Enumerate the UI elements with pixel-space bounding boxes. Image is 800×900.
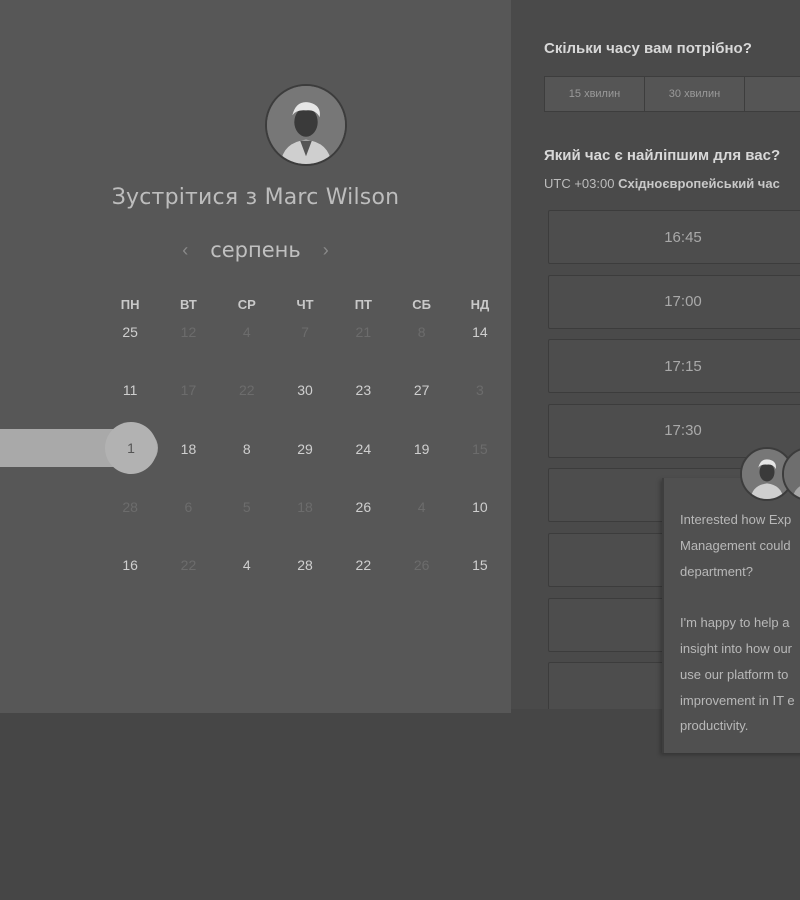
calendar-day: 6 <box>184 498 193 515</box>
calendar-day[interactable]: 19 <box>392 438 450 496</box>
calendar-grid: ПН ВТ СР ЧТ ПТ СБ НД 25 12 4 7 21 8 14 11 17 22 30 23 27 3 1… <box>101 297 511 573</box>
calendar-day: 4 <box>417 498 426 515</box>
time-question: Який час є найліпшим для вас? <box>544 147 781 164</box>
calendar-week: 18 8 29 24 19 15 <box>101 438 509 496</box>
calendar-day[interactable]: 16 <box>101 554 159 612</box>
weekday-label: СБ <box>412 297 431 312</box>
calendar-day[interactable]: 24 <box>334 438 392 496</box>
chat-message: Interested how Exp Management could depa… <box>680 512 795 734</box>
calendar-day: 28 <box>122 498 138 515</box>
calendar-day: 22 <box>180 557 197 574</box>
calendar-day[interactable]: 11 <box>101 379 159 437</box>
calendar-day: 26 <box>413 557 430 574</box>
calendar-day[interactable]: 27 <box>392 379 450 437</box>
weekday-label: ПТ <box>354 297 372 312</box>
duration-option[interactable] <box>745 77 800 111</box>
calendar-panel: Зустрітися з Marc Wilson ‹ серпень › 1 П… <box>0 0 511 713</box>
calendar-day[interactable]: 26 <box>334 496 392 554</box>
calendar-day[interactable]: 30 <box>276 379 334 437</box>
calendar-week: 11 17 22 30 23 27 3 <box>101 379 509 437</box>
duration-option[interactable]: 30 хвилин <box>645 77 745 111</box>
calendar-day[interactable]: 28 <box>276 554 334 612</box>
host-avatar <box>265 84 347 166</box>
weekday-label: ЧТ <box>296 297 314 312</box>
calendar-day[interactable]: 10 <box>451 496 509 554</box>
calendar-day[interactable]: 23 <box>334 379 392 437</box>
calendar-day[interactable]: 18 <box>159 438 217 496</box>
weekday-header: ПН ВТ СР ЧТ ПТ СБ НД <box>101 297 511 312</box>
calendar-day: 12 <box>180 324 197 340</box>
time-slot[interactable]: 17:00 <box>548 274 800 329</box>
calendar-day[interactable]: 25 <box>101 321 159 379</box>
meeting-title: Зустрітися з Marc Wilson <box>111 185 400 210</box>
month-navigation: ‹ серпень › <box>0 235 511 265</box>
calendar-day: 18 <box>297 498 313 515</box>
calendar-week: 16 22 4 28 22 26 15 <box>101 554 509 612</box>
time-slot[interactable]: 17:15 <box>548 339 800 394</box>
time-slot[interactable]: 16:45 <box>548 210 800 264</box>
timezone-name: Східноєвропейський час <box>618 176 780 191</box>
calendar-day: 8 <box>417 324 426 340</box>
calendar-day[interactable]: 15 <box>451 554 509 612</box>
duration-option[interactable]: 15 хвилин <box>545 77 645 111</box>
weekday-label: ВТ <box>180 297 197 312</box>
calendar-day[interactable]: 29 <box>276 438 334 496</box>
weekday-label: СР <box>237 297 256 312</box>
calendar-day: 5 <box>242 498 251 515</box>
calendar-day[interactable]: 22 <box>334 554 392 612</box>
timezone-offset: UTC +03:00 <box>544 176 615 191</box>
calendar-day[interactable]: 4 <box>218 554 276 612</box>
duration-tabs: 15 хвилин 30 хвилин <box>544 76 800 112</box>
calendar-day: 15 <box>472 440 488 457</box>
calendar-day: 7 <box>301 324 309 340</box>
calendar-day: 17 <box>180 382 197 399</box>
timezone-label[interactable]: UTC +03:00 Східноєвропейський час <box>544 176 780 191</box>
calendar-weeks: 25 12 4 7 21 8 14 11 17 22 30 23 27 3 18 8 29 24 19 15 28 6 5 1… <box>101 321 509 612</box>
chevron-right-icon[interactable]: › <box>323 240 329 261</box>
month-label: серпень <box>210 238 301 262</box>
calendar-day: 22 <box>238 382 255 399</box>
calendar-day: 4 <box>242 324 251 340</box>
duration-question: Скільки часу вам потрібно? <box>544 40 752 57</box>
chat-popup[interactable]: Interested how Exp Management could depa… <box>662 478 800 753</box>
chevron-left-icon[interactable]: ‹ <box>182 240 188 261</box>
calendar-day: 21 <box>355 324 372 340</box>
weekday-label: НД <box>470 297 490 312</box>
calendar-day[interactable]: 8 <box>218 438 276 496</box>
calendar-day[interactable]: 14 <box>451 321 509 379</box>
calendar-week: 25 12 4 7 21 8 14 <box>101 321 509 379</box>
calendar-week: 28 6 5 18 26 4 10 <box>101 496 509 554</box>
calendar-day[interactable] <box>101 438 159 496</box>
calendar-day: 3 <box>476 382 484 399</box>
chat-avatars[interactable] <box>740 447 800 501</box>
weekday-label: ПН <box>120 297 140 312</box>
